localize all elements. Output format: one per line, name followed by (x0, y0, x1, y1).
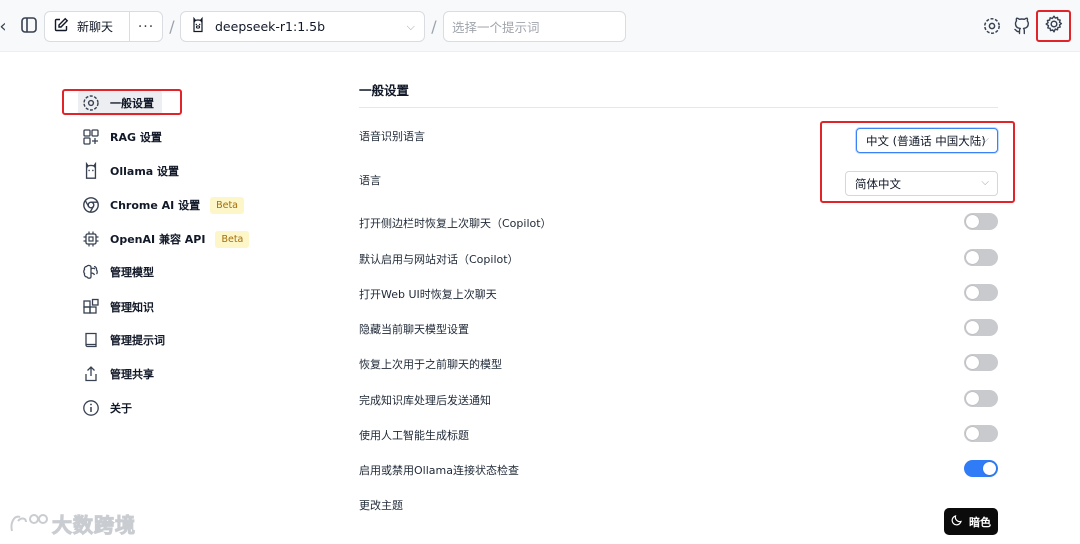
blocks-icon (80, 296, 102, 318)
github-icon[interactable] (1010, 14, 1034, 38)
chevron-down-icon: ⌵ (406, 20, 415, 33)
edit-icon (53, 17, 69, 36)
restore-last-model-toggle[interactable] (964, 354, 998, 371)
language-select[interactable]: 简体中文 ⌵ (845, 171, 998, 196)
theme-label: 更改主题 (359, 499, 403, 512)
toggle-label: 默认启用与网站对话（Copilot） (359, 253, 519, 266)
separator: / (169, 16, 175, 36)
speech-language-select[interactable]: 中文 (普通话 中国大陆) ⌵ (856, 128, 998, 153)
toggle-label: 使用人工智能生成标题 (359, 429, 469, 442)
chat-with-website-toggle[interactable] (964, 249, 998, 266)
toggle-knob (966, 286, 979, 299)
speech-language-label: 语音识别语言 (359, 130, 425, 143)
settings-button[interactable] (1036, 10, 1071, 42)
chevron-down-icon: ⌵ (981, 177, 989, 188)
divider (359, 107, 998, 108)
separator: / (431, 16, 437, 36)
ollama-status-check-toggle[interactable] (964, 460, 998, 477)
toggle-knob (966, 392, 979, 405)
toggle-knob (966, 356, 979, 369)
sidebar-item-ollama[interactable]: Ollama 设置 (80, 158, 179, 184)
share-icon (80, 363, 102, 385)
model-select[interactable]: deepseek-r1:1.5b ⌵ (180, 11, 425, 42)
restore-last-chat-sidebar-toggle[interactable] (964, 213, 998, 230)
toggle-label: 打开侧边栏时恢复上次聊天（Copilot） (359, 217, 552, 230)
chevron-down-icon: ⌵ (981, 134, 989, 145)
section-title: 一般设置 (359, 83, 410, 98)
sidebar-item-label: Chrome AI 设置 (110, 199, 201, 212)
sidebar-item-openai-api[interactable]: OpenAI 兼容 API Beta (80, 226, 250, 252)
toggle-knob (966, 215, 979, 228)
knowledge-notification-toggle[interactable] (964, 390, 998, 407)
sidebar-item-label: 管理提示词 (110, 334, 165, 347)
sidebar-item-rag[interactable]: RAG 设置 (80, 124, 162, 150)
toggle-label: 恢复上次用于之前聊天的模型 (359, 358, 502, 371)
language-value: 简体中文 (855, 176, 901, 191)
sidebar-item-manage-share[interactable]: 管理共享 (80, 361, 154, 387)
cpu-icon (80, 228, 102, 250)
sidebar-item-chrome-ai[interactable]: Chrome AI 设置 Beta (80, 192, 244, 218)
sidebar-item-label: 管理知识 (110, 301, 154, 314)
theme-toggle-button[interactable]: 暗色 (944, 508, 998, 535)
moon-icon (951, 514, 963, 529)
watermark: 大数跨境 (8, 509, 136, 538)
model-select-value: deepseek-r1:1.5b (215, 19, 326, 34)
prompt-select[interactable]: 选择一个提示词 (443, 11, 626, 42)
more-options-button[interactable]: ··· (129, 11, 163, 42)
sidebar-item-manage-models[interactable]: 管理模型 (80, 259, 154, 285)
new-chat-button[interactable]: 新聊天 (44, 11, 130, 42)
hide-model-settings-toggle[interactable] (964, 319, 998, 336)
toggle-label: 打开Web UI时恢复上次聊天 (359, 288, 497, 301)
new-chat-label: 新聊天 (77, 20, 114, 34)
toggle-knob (966, 427, 979, 440)
sidebar-item-general[interactable]: 一般设置 (78, 90, 162, 116)
watermark-text: 大数跨境 (52, 513, 136, 538)
book-icon (80, 329, 102, 351)
beta-badge: Beta (215, 230, 250, 248)
sidebar-item-label: 一般设置 (110, 97, 154, 110)
sidebar-item-label: 管理共享 (110, 368, 154, 381)
restore-last-chat-webui-toggle[interactable] (964, 284, 998, 301)
ollama-icon (80, 160, 102, 182)
sidebar-item-label: RAG 设置 (110, 131, 162, 144)
sidebar-item-manage-prompts[interactable]: 管理提示词 (80, 327, 165, 353)
ollama-status-icon[interactable] (980, 14, 1004, 38)
sidebar-item-label: 管理模型 (110, 266, 154, 279)
info-icon (80, 397, 102, 419)
ollama-icon (191, 16, 205, 37)
gear-icon (80, 92, 102, 114)
toggle-label: 完成知识库处理后发送通知 (359, 394, 491, 407)
toggle-label: 启用或禁用Ollama连接状态检查 (359, 464, 519, 477)
sidebar-item-about[interactable]: 关于 (80, 395, 132, 421)
sidebar-item-label: OpenAI 兼容 API (110, 233, 206, 246)
brain-icon (80, 261, 102, 283)
ai-title-generation-toggle[interactable] (964, 425, 998, 442)
sidebar-toggle-icon[interactable] (18, 14, 40, 36)
language-label: 语言 (359, 174, 381, 187)
gear-icon (1044, 14, 1064, 38)
theme-button-label: 暗色 (969, 515, 991, 529)
top-bar: ‹ 新聊天 ··· / deepseek-r1:1.5b ⌵ / 选择一个提示词 (0, 0, 1080, 52)
back-chevron-icon[interactable]: ‹ (0, 16, 10, 37)
sidebar-item-label: 关于 (110, 402, 132, 415)
rag-icon (80, 126, 102, 148)
sidebar-item-manage-knowledge[interactable]: 管理知识 (80, 294, 154, 320)
sidebar-item-label: Ollama 设置 (110, 165, 180, 178)
speech-language-value: 中文 (普通话 中国大陆) (866, 133, 986, 148)
toggle-knob (966, 321, 979, 334)
toggle-knob (983, 462, 996, 475)
beta-badge: Beta (210, 196, 244, 214)
chrome-icon (80, 194, 102, 216)
watermark-logo-icon (10, 513, 48, 531)
toggle-label: 隐藏当前聊天模型设置 (359, 323, 469, 336)
toggle-knob (966, 251, 979, 264)
